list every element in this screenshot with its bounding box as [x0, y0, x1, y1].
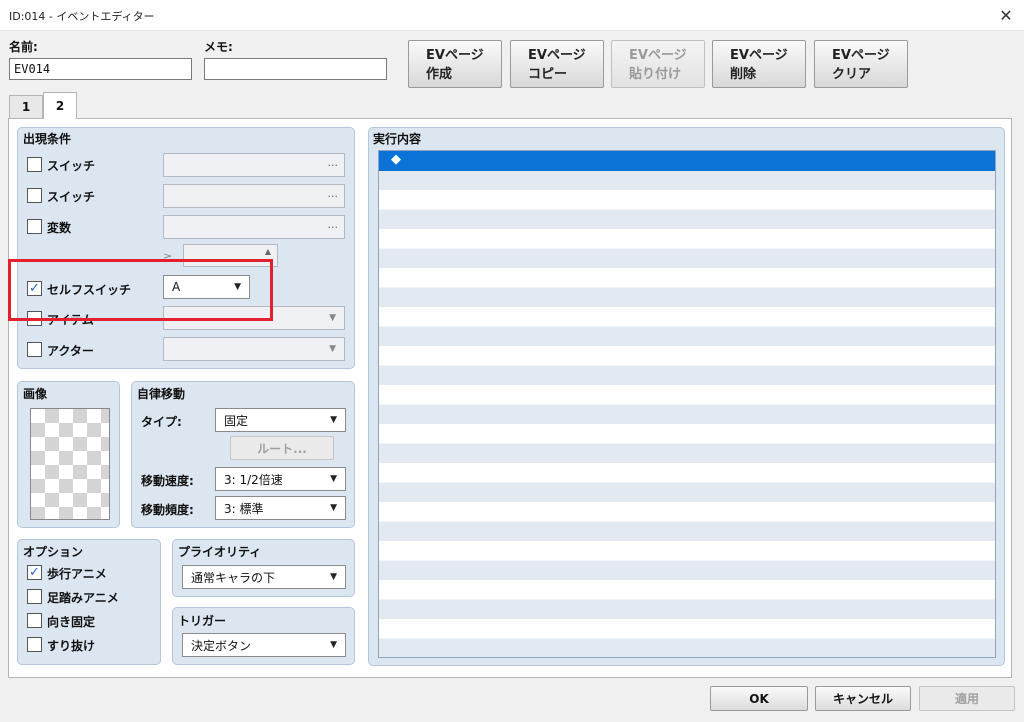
button-line1: EVページ — [629, 48, 687, 63]
actor-select[interactable]: ▼ — [163, 337, 345, 361]
button-line2: 貼り付け — [629, 67, 682, 82]
through-label: すり抜け — [47, 639, 96, 653]
ev-page-copy-button[interactable]: EVページ コピー — [510, 40, 604, 88]
variable-operator: ≥ — [163, 250, 173, 263]
move-frequency-value: 3: 標準 — [224, 501, 264, 516]
chevron-down-icon: ▼ — [329, 313, 336, 323]
switch1-label: スイッチ — [47, 159, 96, 173]
walking-anime-label: 歩行アニメ — [47, 567, 107, 581]
trigger-select[interactable]: 決定ボタン ▼ — [182, 633, 346, 657]
chevron-down-icon: ▼ — [330, 503, 337, 513]
button-line1: EVページ — [730, 48, 788, 63]
autonomous-title: 自律移動 — [137, 387, 186, 401]
ev-page-paste-button[interactable]: EVページ 貼り付け — [611, 40, 705, 88]
switch2-label: スイッチ — [47, 190, 96, 204]
window-title: ID:014 - イベントエディター — [9, 10, 155, 23]
options-title: オプション — [23, 545, 84, 559]
ellipsis-icon: ··· — [327, 189, 339, 203]
close-button[interactable]: ✕ — [994, 4, 1018, 26]
item-select[interactable]: ▼ — [163, 306, 345, 330]
stepping-anime-checkbox[interactable] — [27, 589, 42, 604]
trigger-value: 決定ボタン — [191, 638, 252, 653]
move-speed-select[interactable]: 3: 1/2倍速 ▼ — [215, 467, 346, 491]
tab-page-1[interactable]: 1 — [9, 95, 43, 118]
item-label: アイテム — [47, 313, 94, 327]
trigger-title: トリガー — [178, 614, 227, 628]
chevron-down-icon: ▼ — [330, 572, 337, 582]
spin-up-icon: ▲ — [264, 247, 271, 256]
ellipsis-icon: ··· — [327, 158, 339, 172]
close-icon: ✕ — [999, 5, 1013, 25]
direction-fix-checkbox[interactable] — [27, 613, 42, 628]
ev-page-create-button[interactable]: EVページ 作成 — [408, 40, 502, 88]
walking-anime-checkbox[interactable]: ✓ — [27, 565, 42, 580]
move-type-label: タイプ: — [141, 415, 182, 429]
variable-picker[interactable]: ··· — [163, 215, 345, 239]
name-input-value: EV014 — [14, 62, 51, 76]
conditions-title: 出現条件 — [23, 132, 72, 146]
move-speed-value: 3: 1/2倍速 — [224, 472, 283, 487]
actor-checkbox[interactable] — [27, 342, 42, 357]
button-line1: EVページ — [426, 48, 484, 63]
self-switch-checkbox[interactable]: ✓ — [27, 281, 42, 296]
cancel-button[interactable]: キャンセル — [815, 686, 911, 711]
route-button[interactable]: ルート... — [230, 436, 334, 460]
button-line1: EVページ — [528, 48, 586, 63]
apply-button[interactable]: 適用 — [919, 686, 1015, 711]
chevron-down-icon: ▼ — [234, 282, 241, 292]
direction-fix-label: 向き固定 — [47, 615, 96, 629]
chevron-down-icon: ▼ — [330, 474, 337, 484]
actor-label: アクター — [47, 344, 94, 358]
switch2-picker[interactable]: ··· — [163, 184, 345, 208]
memo-input[interactable] — [204, 58, 387, 80]
ev-page-clear-button[interactable]: EVページ クリア — [814, 40, 908, 88]
priority-select[interactable]: 通常キャラの下 ▼ — [182, 565, 346, 589]
ellipsis-icon: ··· — [327, 220, 339, 234]
variable-checkbox[interactable] — [27, 219, 42, 234]
move-type-value: 固定 — [224, 413, 249, 428]
priority-value: 通常キャラの下 — [191, 570, 276, 585]
item-checkbox[interactable] — [27, 311, 42, 326]
button-line1: EVページ — [832, 48, 890, 63]
stepping-anime-label: 足踏みアニメ — [47, 591, 119, 605]
button-line2: クリア — [832, 67, 872, 82]
diamond-icon: ◆ — [391, 152, 401, 167]
through-checkbox[interactable] — [27, 637, 42, 652]
name-label: 名前: — [9, 40, 38, 54]
move-frequency-select[interactable]: 3: 標準 ▼ — [215, 496, 346, 520]
contents-title: 実行内容 — [373, 132, 422, 146]
tab-page-2[interactable]: 2 — [43, 92, 77, 119]
memo-label: メモ: — [204, 40, 233, 54]
title-bar: ID:014 - イベントエディター ✕ — [0, 0, 1024, 31]
character-image-preview[interactable] — [30, 408, 110, 520]
self-switch-label: セルフスイッチ — [47, 283, 132, 297]
move-speed-label: 移動速度: — [141, 474, 194, 488]
button-line2: 削除 — [730, 67, 757, 82]
command-row-selected[interactable]: ◆ — [379, 151, 995, 171]
chevron-down-icon: ▼ — [330, 415, 337, 425]
variable-value-spinner[interactable]: ▲ — [183, 244, 278, 267]
chevron-down-icon: ▼ — [330, 640, 337, 650]
move-type-select[interactable]: 固定 ▼ — [215, 408, 346, 432]
priority-title: プライオリティ — [178, 545, 262, 559]
ev-page-delete-button[interactable]: EVページ 削除 — [712, 40, 806, 88]
button-line2: コピー — [528, 67, 568, 82]
move-frequency-label: 移動頻度: — [141, 503, 194, 517]
command-list[interactable]: ◆ — [378, 150, 996, 658]
button-line2: 作成 — [426, 67, 453, 82]
switch2-checkbox[interactable] — [27, 188, 42, 203]
self-switch-value: A — [172, 280, 181, 294]
switch1-picker[interactable]: ··· — [163, 153, 345, 177]
variable-label: 変数 — [47, 221, 72, 235]
name-input[interactable]: EV014 — [9, 58, 192, 80]
image-title: 画像 — [23, 387, 48, 401]
chevron-down-icon: ▼ — [329, 344, 336, 354]
ok-button[interactable]: OK — [710, 686, 808, 711]
self-switch-select[interactable]: A ▼ — [163, 275, 250, 299]
switch1-checkbox[interactable] — [27, 157, 42, 172]
